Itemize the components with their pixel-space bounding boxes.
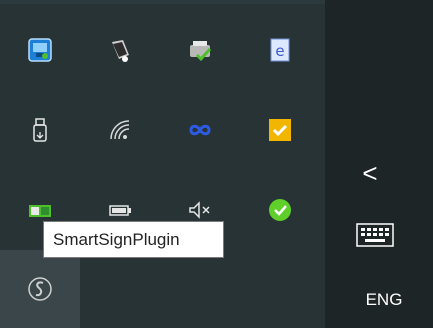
- show-hidden-icons-chevron[interactable]: <: [355, 158, 385, 188]
- touch-keyboard-button[interactable]: [355, 220, 401, 252]
- smartsign-plugin-icon: [27, 276, 53, 302]
- tray-item-wifi[interactable]: [80, 90, 160, 170]
- e-app-icon: e: [267, 37, 293, 63]
- keyboard-icon: [355, 220, 401, 252]
- green-shield-icon: [267, 197, 293, 223]
- tray-item-green-shield[interactable]: [240, 170, 320, 250]
- battery-icon: [107, 197, 133, 223]
- tray-item-smartsign-plugin[interactable]: [0, 250, 80, 328]
- security-check-icon: [267, 117, 293, 143]
- tooltip-smartsign-plugin: SmartSignPlugin: [43, 221, 224, 258]
- network-config-icon: [27, 37, 53, 63]
- printer-check-icon: [187, 37, 213, 63]
- battery-plug-icon: [27, 197, 53, 223]
- wifi-icon: [107, 117, 133, 143]
- infinity-link-icon: [187, 117, 213, 143]
- tray-item-security-check[interactable]: [240, 90, 320, 170]
- tray-item-printer-check[interactable]: [160, 10, 240, 90]
- volume-icon: [187, 197, 213, 223]
- tray-item-infinity-link[interactable]: [160, 90, 240, 170]
- tray-item-usb-drive[interactable]: [0, 90, 80, 170]
- tray-item-e-app[interactable]: e: [240, 10, 320, 90]
- tray-item-speaker-app[interactable]: [80, 10, 160, 90]
- speaker-app-icon: [107, 37, 133, 63]
- notification-overflow-flyout: e SmartSignPlugin: [0, 4, 325, 328]
- tray-item-network-config[interactable]: [0, 10, 80, 90]
- input-language-indicator[interactable]: ENG: [354, 286, 414, 314]
- svg-text:e: e: [275, 42, 284, 60]
- usb-drive-icon: [27, 117, 53, 143]
